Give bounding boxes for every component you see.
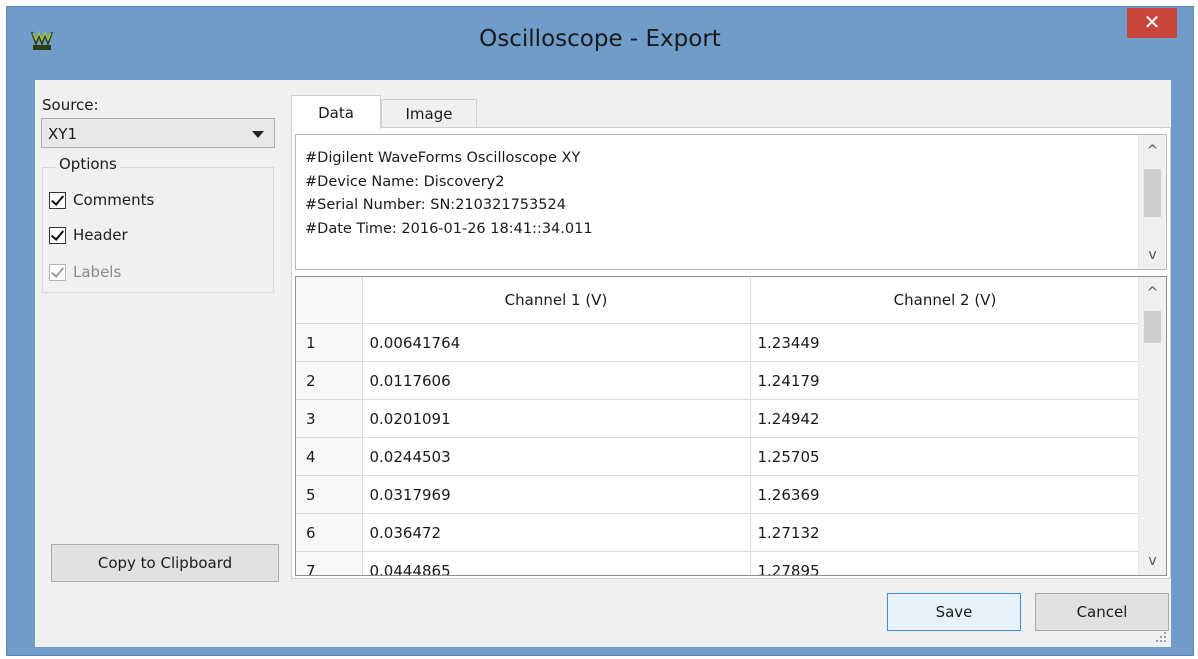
channel-2-cell[interactable]: 1.23449 — [750, 323, 1141, 362]
data-tab-panel: #Digilent WaveForms Oscilloscope XY #Dev… — [291, 127, 1171, 579]
row-number-header — [296, 277, 363, 324]
source-selected-value: XY1 — [48, 125, 77, 143]
cancel-button[interactable]: Cancel — [1035, 593, 1169, 631]
channel-1-cell[interactable]: 0.0244503 — [362, 437, 751, 476]
channel-2-cell[interactable]: 1.24179 — [750, 361, 1141, 400]
row-number: 1 — [296, 323, 363, 362]
scroll-down-icon[interactable]: v — [1139, 243, 1166, 267]
table-row[interactable]: 6 0.036472 1.27132 — [296, 513, 1141, 552]
row-number: 7 — [296, 551, 363, 575]
export-dialog-window: Oscilloscope - Export ✕ Source: XY1 Opti… — [6, 6, 1194, 656]
table-header-row: Channel 1 (V) Channel 2 (V) — [296, 277, 1141, 324]
channel-2-cell[interactable]: 1.26369 — [750, 475, 1141, 514]
data-table-container: Channel 1 (V) Channel 2 (V) 1 0.00641764… — [295, 276, 1167, 576]
channel-2-header[interactable]: Channel 2 (V) — [750, 277, 1141, 324]
table-row[interactable]: 5 0.0317969 1.26369 — [296, 475, 1141, 514]
header-line: #Device Name: Discovery2 — [305, 173, 505, 190]
channel-2-cell[interactable]: 1.27895 — [750, 551, 1141, 575]
channel-1-cell[interactable]: 0.0201091 — [362, 399, 751, 438]
table-row[interactable]: 2 0.0117606 1.24179 — [296, 361, 1141, 400]
header-label: Header — [73, 226, 128, 244]
channel-1-cell[interactable]: 0.00641764 — [362, 323, 751, 362]
row-number: 6 — [296, 513, 363, 552]
title-bar[interactable]: Oscilloscope - Export ✕ — [7, 7, 1193, 75]
resize-grip-icon[interactable] — [1155, 631, 1167, 643]
tab-data[interactable]: Data — [291, 95, 381, 129]
dialog-client-area: Source: XY1 Options Comments Header Labe… — [35, 80, 1171, 647]
copy-to-clipboard-button[interactable]: Copy to Clipboard — [51, 544, 279, 582]
header-scrollbar[interactable]: ^ v — [1138, 135, 1166, 269]
channel-1-cell[interactable]: 0.0317969 — [362, 475, 751, 514]
header-line: #Serial Number: SN:210321753524 — [305, 197, 566, 213]
row-number: 2 — [296, 361, 363, 400]
table-row[interactable]: 4 0.0244503 1.25705 — [296, 437, 1141, 476]
labels-label: Labels — [73, 263, 122, 281]
save-button[interactable]: Save — [887, 593, 1021, 631]
channel-1-cell[interactable]: 0.0117606 — [362, 361, 751, 400]
channel-1-header[interactable]: Channel 1 (V) — [362, 277, 751, 324]
table-row[interactable]: 3 0.0201091 1.24942 — [296, 399, 1141, 438]
source-label: Source: — [42, 96, 99, 114]
table-scrollbar[interactable]: ^ v — [1138, 277, 1166, 575]
checkbox-checked-icon — [49, 191, 66, 209]
table-row[interactable]: 7 0.0444865 1.27895 — [296, 551, 1141, 575]
channel-2-cell[interactable]: 1.25705 — [750, 437, 1141, 476]
row-number: 3 — [296, 399, 363, 438]
channel-2-cell[interactable]: 1.27132 — [750, 513, 1141, 552]
checkbox-checked-icon — [49, 263, 66, 281]
header-line: #Digilent WaveForms Oscilloscope XY — [305, 150, 581, 166]
channel-2-cell[interactable]: 1.24942 — [750, 399, 1141, 438]
comments-label: Comments — [73, 191, 155, 209]
options-legend: Options — [56, 155, 120, 173]
channel-1-cell[interactable]: 0.036472 — [362, 513, 751, 552]
channel-1-cell[interactable]: 0.0444865 — [362, 551, 751, 575]
source-select[interactable]: XY1 — [41, 118, 275, 148]
header-checkbox[interactable]: Header — [49, 224, 128, 246]
close-button[interactable]: ✕ — [1127, 8, 1177, 38]
labels-checkbox: Labels — [49, 261, 121, 283]
scroll-thumb[interactable] — [1144, 311, 1161, 343]
header-line: #Date Time: 2016-01-26 18:41::34.011 — [305, 220, 593, 237]
scroll-down-icon[interactable]: v — [1139, 549, 1166, 573]
tab-image[interactable]: Image — [381, 99, 477, 127]
row-number: 5 — [296, 475, 363, 514]
data-table: Channel 1 (V) Channel 2 (V) 1 0.00641764… — [296, 277, 1141, 575]
window-title: Oscilloscope - Export — [479, 26, 721, 52]
table-row[interactable]: 1 0.00641764 1.23449 — [296, 323, 1141, 362]
header-comments-textbox[interactable]: #Digilent WaveForms Oscilloscope XY #Dev… — [295, 134, 1167, 270]
scroll-up-icon[interactable]: ^ — [1139, 281, 1166, 305]
checkbox-checked-icon — [49, 226, 66, 244]
scroll-thumb[interactable] — [1144, 169, 1161, 217]
scroll-up-icon[interactable]: ^ — [1139, 139, 1166, 163]
comments-checkbox[interactable]: Comments — [49, 189, 154, 211]
chevron-down-icon — [252, 131, 264, 138]
header-comments-text: #Digilent WaveForms Oscilloscope XY #Dev… — [305, 147, 593, 241]
close-icon: ✕ — [1143, 10, 1161, 34]
row-number: 4 — [296, 437, 363, 476]
